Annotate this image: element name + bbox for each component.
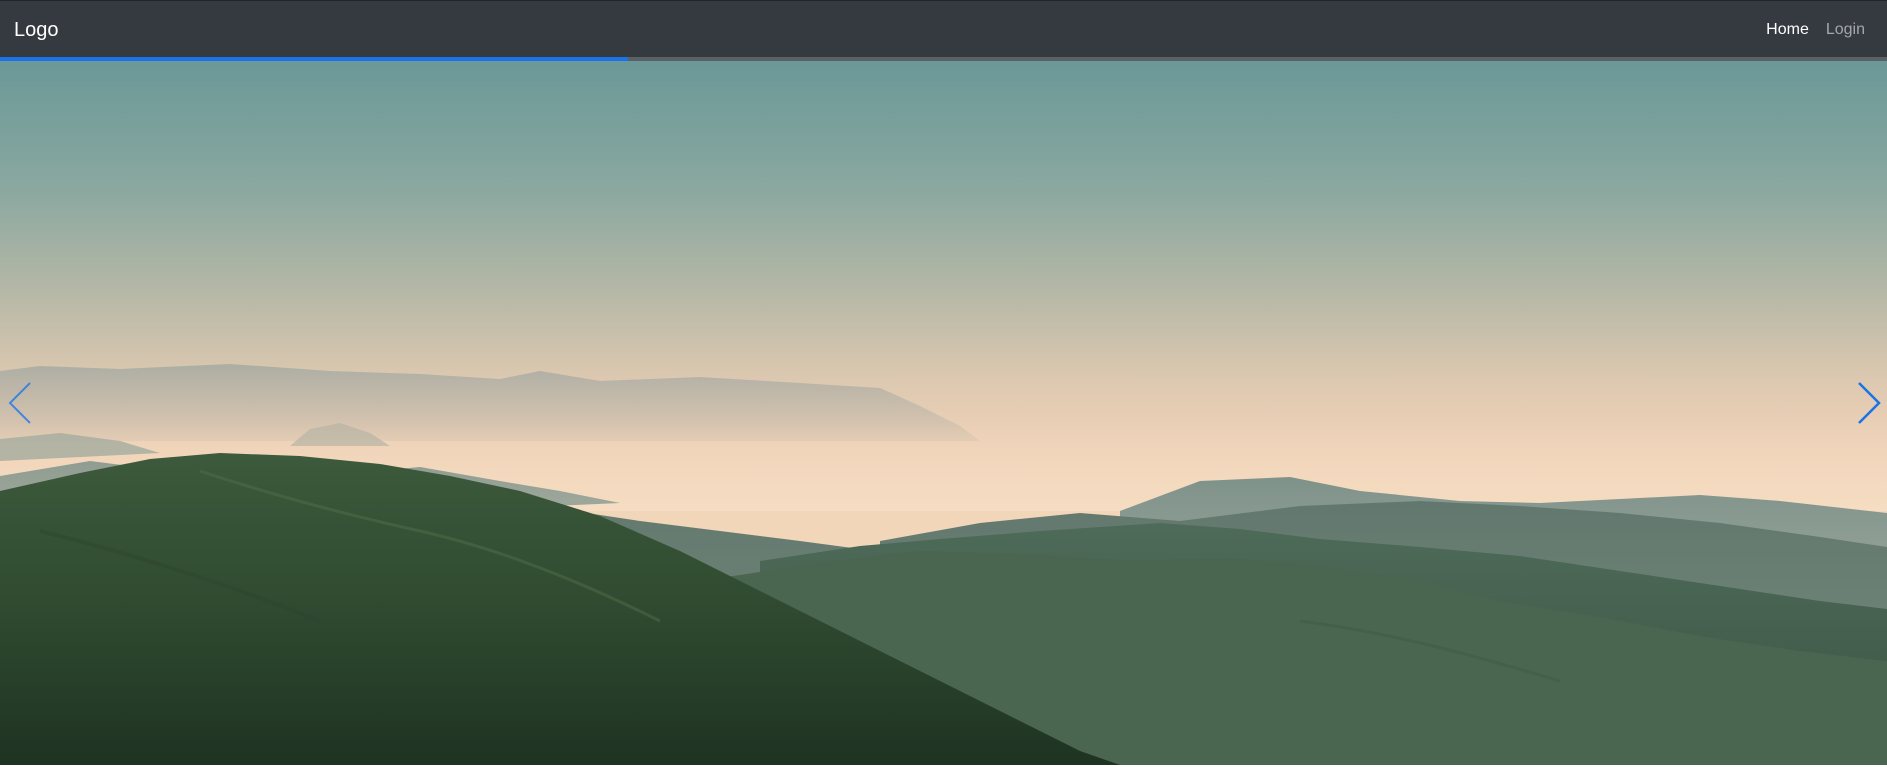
- page: Logo Home Login: [0, 0, 1887, 767]
- chevron-left-icon[interactable]: [2, 377, 42, 429]
- logo-link[interactable]: Logo: [14, 18, 59, 42]
- nav-link-home[interactable]: Home: [1766, 20, 1809, 40]
- navbar: Logo Home Login: [0, 0, 1887, 57]
- slide-landscape-image: [0, 61, 1887, 765]
- chevron-right-icon[interactable]: [1847, 377, 1887, 429]
- image-carousel: [0, 61, 1887, 765]
- nav-link-login[interactable]: Login: [1826, 20, 1865, 40]
- nav-links: Home Login: [1766, 20, 1865, 40]
